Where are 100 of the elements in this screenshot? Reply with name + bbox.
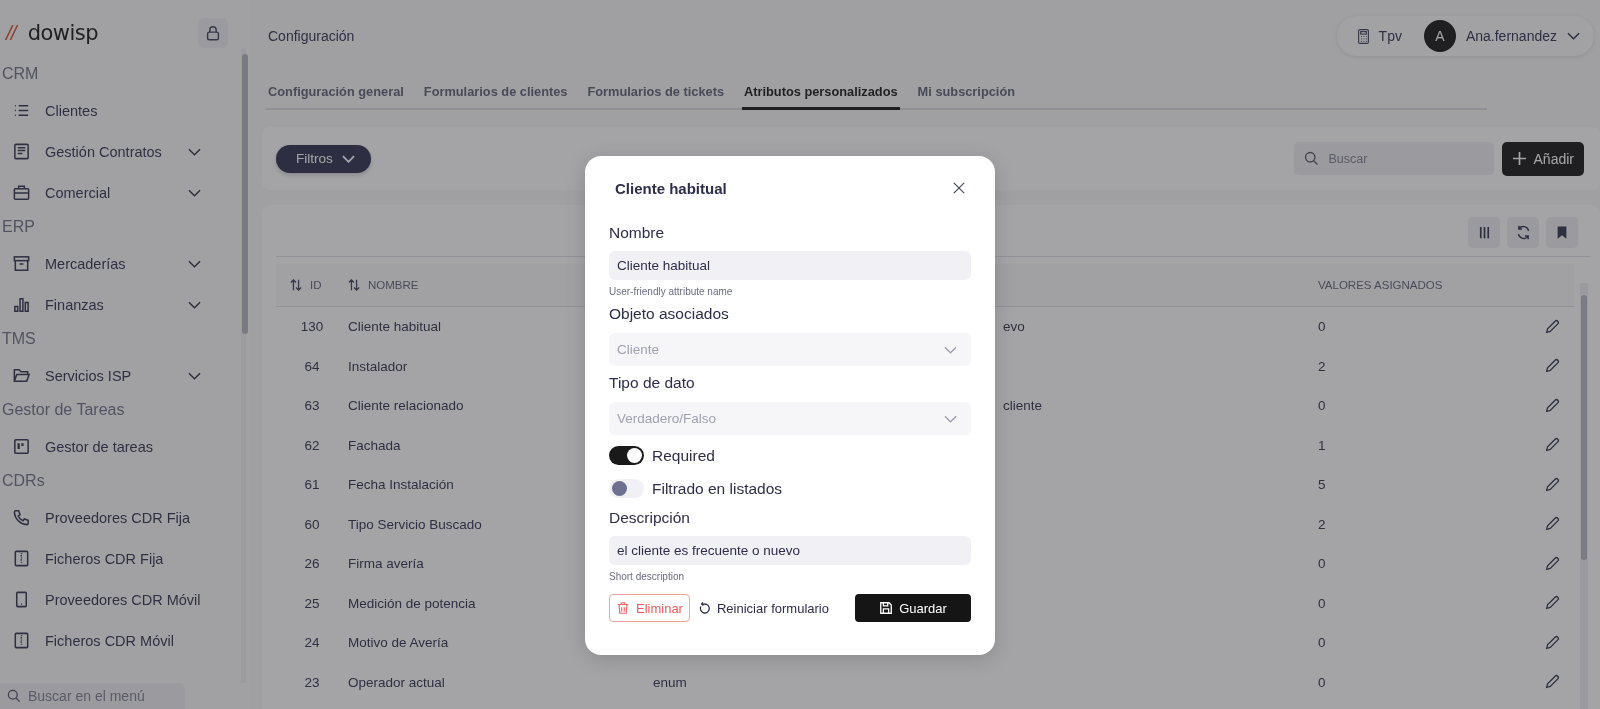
table-cell: 62 (304, 437, 320, 453)
edit-icon[interactable] (1544, 397, 1560, 414)
text-field[interactable]: Cliente habitual (609, 251, 971, 280)
table-cell: 2 (1318, 516, 1326, 532)
tab[interactable]: Mi subscripción (915, 84, 1018, 110)
section-title: ERP (2, 217, 36, 237)
phone-icon (12, 508, 31, 527)
chevron-down-icon (341, 154, 355, 163)
table-cell: Cliente habitual (348, 319, 442, 335)
help-text: User-friendly attribute name (609, 286, 734, 297)
table-cell: Medición de potencia (348, 595, 476, 611)
edit-icon[interactable] (1544, 318, 1560, 335)
tab[interactable]: Atributos personalizados (742, 84, 900, 110)
menu-item[interactable]: Clientes (0, 90, 241, 131)
tab[interactable]: Formularios de clientes (421, 84, 570, 110)
toggle-switch[interactable] (609, 446, 644, 465)
edit-icon[interactable] (1544, 358, 1560, 375)
toggle-switch[interactable] (609, 479, 644, 498)
table-cell: 0 (1318, 398, 1326, 414)
tab[interactable]: Formularios de tickets (585, 84, 726, 110)
menu-item[interactable]: Ficheros CDR Móvil (0, 620, 241, 661)
trash-icon (616, 601, 630, 615)
column-header: VALORES ASIGNADOS (1318, 279, 1444, 291)
text-field[interactable]: el cliente es frecuente o nuevo (609, 536, 971, 565)
document-icon (12, 142, 31, 161)
table-cell: 26 (304, 556, 320, 572)
plus-icon (1511, 151, 1527, 166)
save-button[interactable]: Guardar (855, 594, 971, 622)
table-cell: Operador actual (348, 674, 445, 690)
table-cell: 63 (304, 398, 320, 414)
chevron-down-icon (187, 259, 201, 268)
reset-button[interactable]: Reiniciar formulario (695, 594, 835, 622)
menu-item[interactable]: Proveedores CDR Fija (0, 497, 241, 538)
chevron-down-icon (187, 188, 201, 197)
table-cell: evo (1003, 319, 1025, 335)
menu-item[interactable]: Servicios ISP (0, 355, 241, 396)
section-title: TMS (2, 329, 37, 349)
table-cell: enum (653, 674, 687, 690)
column-header[interactable]: ID (276, 279, 348, 291)
edit-icon[interactable] (1544, 595, 1560, 612)
logo[interactable]: // dowisp (6, 21, 99, 45)
table-cell: 64 (304, 358, 320, 374)
table-cell: 130 (300, 319, 324, 335)
edit-icon[interactable] (1544, 476, 1560, 493)
reset-icon (697, 601, 711, 615)
table-cell: 60 (304, 516, 320, 532)
table-cell: 24 (304, 635, 320, 651)
bookmark-button[interactable] (1546, 217, 1578, 248)
chevron-down-icon (187, 300, 201, 309)
scrollbar[interactable] (1580, 283, 1588, 709)
edit-icon[interactable] (1544, 674, 1560, 691)
refresh-button[interactable] (1507, 217, 1539, 248)
filters-button[interactable]: Filtros (276, 144, 371, 173)
tpv-button[interactable]: Tpv (1356, 27, 1402, 45)
edit-icon[interactable] (1544, 634, 1560, 651)
dialog-title: Cliente habitual (615, 179, 727, 197)
table-cell: Firma avería (348, 556, 424, 572)
close-icon[interactable] (953, 182, 965, 194)
table-cell: Fachada (348, 437, 401, 453)
table-cell: 25 (304, 595, 320, 611)
search-icon (6, 688, 22, 704)
menu-item[interactable]: Proveedores CDR Móvil (0, 579, 241, 620)
chevron-down-icon (1567, 32, 1580, 40)
menu-item[interactable]: Comercial (0, 172, 241, 213)
scrollbar[interactable] (240, 48, 246, 683)
menu-item[interactable]: Mercaderías (0, 243, 241, 284)
lock-button[interactable] (198, 18, 228, 48)
user-name[interactable]: Ana.fernandez (1465, 28, 1557, 44)
search-field[interactable]: Buscar (1293, 142, 1494, 175)
table-cell: Fecha Instalación (348, 477, 454, 493)
menu-search-field[interactable]: Buscar en el menú (0, 683, 185, 709)
search-icon (1302, 150, 1320, 167)
user-avatar[interactable]: A (1423, 20, 1456, 52)
table-cell: 0 (1318, 674, 1326, 690)
section-title: CRM (2, 64, 40, 84)
table-cell: Tipo Servicio Buscado (348, 516, 482, 532)
add-button[interactable]: Añadir (1501, 141, 1584, 176)
table-cell: 5 (1318, 477, 1326, 493)
tab[interactable]: Configuración general (266, 84, 406, 110)
menu-item[interactable]: Finanzas (0, 284, 241, 325)
briefcase-icon (12, 183, 31, 202)
chevron-down-icon (187, 147, 201, 156)
table-cell: Cliente relacionado (348, 398, 464, 414)
menu-item[interactable]: Gestor de tareas (0, 426, 241, 467)
toggle-label: Filtrado en listados (652, 479, 783, 498)
sort-icon (290, 279, 302, 291)
table-cell: 1 (1318, 437, 1326, 453)
menu-item[interactable]: Gestión Contratos (0, 131, 241, 172)
columns-button[interactable] (1468, 217, 1500, 248)
field-label: Descripción (609, 509, 691, 528)
table-cell: 2 (1318, 358, 1326, 374)
table-cell: 23 (304, 674, 320, 690)
edit-icon[interactable] (1544, 516, 1560, 533)
edit-icon[interactable] (1544, 437, 1560, 454)
bookmark-icon (1555, 225, 1569, 240)
delete-button[interactable]: Eliminar (609, 594, 690, 622)
edit-icon[interactable] (1544, 555, 1560, 572)
section-title: Gestor de Tareas (2, 400, 126, 420)
menu-item[interactable]: Ficheros CDR Fija (0, 538, 241, 579)
section-title: CDRs (2, 471, 46, 491)
